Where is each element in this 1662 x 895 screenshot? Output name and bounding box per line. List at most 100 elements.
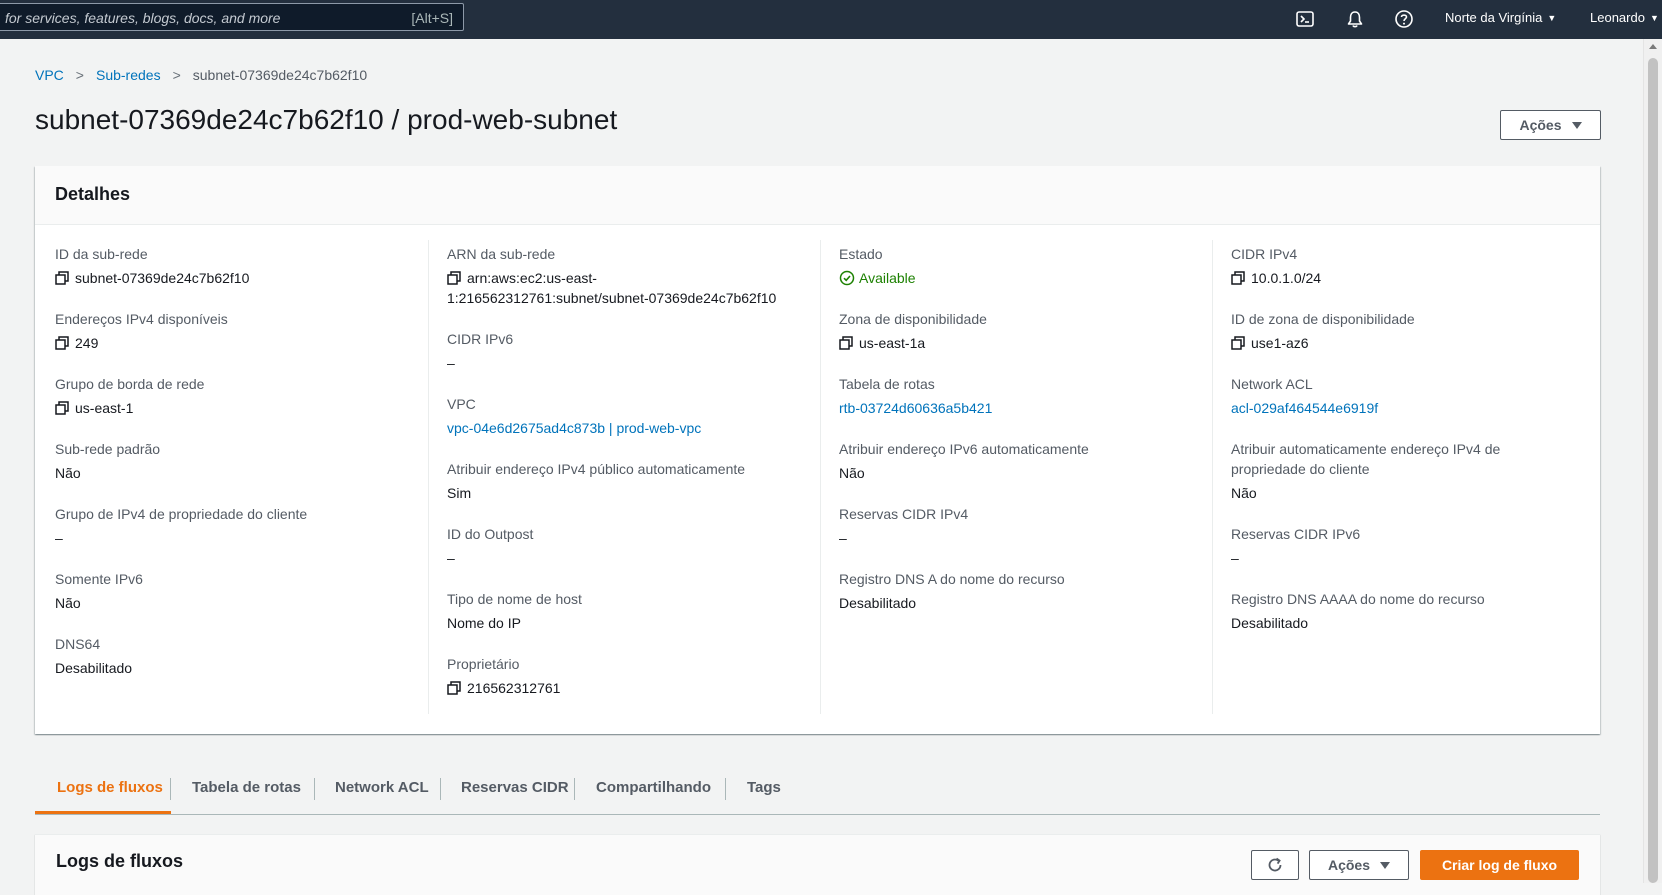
active-tab-indicator xyxy=(35,811,171,814)
field-value: – xyxy=(55,530,63,546)
copy-icon[interactable] xyxy=(55,401,69,415)
field-label: DNS64 xyxy=(55,636,101,652)
field-label: ID da sub-rede xyxy=(55,246,148,262)
create-flow-log-button[interactable]: Criar log de fluxo xyxy=(1420,850,1579,880)
field-label: Grupo de IPv4 de propriedade do cliente xyxy=(55,506,308,522)
actions-button[interactable]: Ações xyxy=(1500,110,1601,140)
tab-bar: Logs de fluxos Tabela de rotas Network A… xyxy=(35,762,1600,815)
field-customer-owned-ipv4-pool: Grupo de IPv4 de propriedade do cliente … xyxy=(55,504,415,548)
field-ipv4-cidr-reservations: Reservas CIDR IPv4 – xyxy=(839,504,1199,548)
user-label: Leonardo xyxy=(1590,10,1645,25)
field-label: Atribuir endereço IPv6 automaticamente xyxy=(839,441,1089,457)
breadcrumb-subnets[interactable]: Sub-redes xyxy=(96,67,161,83)
route-table-link[interactable]: rtb-03724d60636a5b421 xyxy=(839,398,1199,418)
field-value: – xyxy=(1231,550,1239,566)
copy-icon[interactable] xyxy=(839,336,853,350)
refresh-button[interactable] xyxy=(1251,850,1299,880)
tab-flow-logs[interactable]: Logs de fluxos xyxy=(57,762,163,814)
caret-down-icon xyxy=(1571,121,1582,129)
field-state: Estado Available xyxy=(839,244,1199,288)
field-ipv4-cidr: CIDR IPv4 10.0.1.0/24 xyxy=(1231,244,1591,288)
field-value: Não xyxy=(839,465,865,481)
field-value: Não xyxy=(1231,485,1257,501)
field-auto-assign-public-ipv4: Atribuir endereço IPv4 público automatic… xyxy=(447,459,807,503)
network-acl-link[interactable]: acl-029af464544e6919f xyxy=(1231,398,1591,418)
tab-tags[interactable]: Tags xyxy=(747,762,781,814)
breadcrumb: VPC > Sub-redes > subnet-07369de24c7b62f10 xyxy=(35,67,367,83)
field-dns-a-record: Registro DNS A do nome do recurso Desabi… xyxy=(839,569,1199,613)
help-icon[interactable] xyxy=(1394,9,1414,29)
copy-icon[interactable] xyxy=(447,271,461,285)
field-ipv6-cidr: CIDR IPv6 – xyxy=(447,329,807,373)
region-label: Norte da Virgínia xyxy=(1445,10,1543,25)
field-label: Reservas CIDR IPv4 xyxy=(839,506,969,522)
flow-logs-actions-button[interactable]: Ações xyxy=(1309,850,1409,880)
field-vpc: VPC vpc-04e6d2675ad4c873b | prod-web-vpc xyxy=(447,394,807,438)
column-divider xyxy=(1212,240,1213,714)
field-outpost-id: ID do Outpost – xyxy=(447,524,807,568)
field-label: Somente IPv6 xyxy=(55,571,143,587)
tab-separator xyxy=(440,778,441,800)
field-label: ARN da sub-rede xyxy=(447,246,556,262)
field-value: 249 xyxy=(55,333,415,353)
field-value: Desabilitado xyxy=(55,660,133,676)
field-owner: Proprietário 216562312761 xyxy=(447,654,807,698)
caret-down-icon: ▼ xyxy=(1649,13,1659,23)
copy-icon[interactable] xyxy=(55,271,69,285)
vpc-link[interactable]: vpc-04e6d2675ad4c873b | prod-web-vpc xyxy=(447,418,807,438)
field-network-acl: Network ACL acl-029af464544e6919f xyxy=(1231,374,1591,418)
field-value: Não xyxy=(55,595,81,611)
field-label: ID de zona de disponibilidade xyxy=(1231,311,1415,327)
top-navigation: for services, features, blogs, docs, and… xyxy=(0,0,1662,39)
caret-down-icon xyxy=(1380,861,1391,869)
field-label: Reservas CIDR IPv6 xyxy=(1231,526,1361,542)
field-value: – xyxy=(839,530,847,546)
field-available-ipv4: Endereços IPv4 disponíveis 249 xyxy=(55,309,415,353)
copy-icon[interactable] xyxy=(1231,271,1245,285)
field-label: CIDR IPv6 xyxy=(447,331,514,347)
flow-logs-title: Logs de fluxos xyxy=(56,851,184,871)
copy-icon[interactable] xyxy=(1231,336,1245,350)
field-label: Zona de disponibilidade xyxy=(839,311,987,327)
caret-down-icon: ▼ xyxy=(1547,13,1557,23)
copy-icon[interactable] xyxy=(447,681,461,695)
field-label: VPC xyxy=(447,396,476,412)
field-label: Atribuir endereço IPv4 público automatic… xyxy=(447,461,746,477)
tab-sharing[interactable]: Compartilhando xyxy=(596,762,711,814)
field-label: Estado xyxy=(839,246,883,262)
field-label: Sub-rede padrão xyxy=(55,441,161,457)
field-label: CIDR IPv4 xyxy=(1231,246,1298,262)
field-value: Sim xyxy=(447,485,472,501)
scroll-up-arrow-icon[interactable] xyxy=(1649,44,1657,49)
field-hostname-type: Tipo de nome de host Nome do IP xyxy=(447,589,807,633)
scrollbar-thumb[interactable] xyxy=(1648,58,1658,883)
field-label: Tabela de rotas xyxy=(839,376,935,392)
tab-route-table[interactable]: Tabela de rotas xyxy=(192,762,301,814)
field-network-border-group: Grupo de borda de rede us-east-1 xyxy=(55,374,415,418)
field-default-subnet: Sub-rede padrão Não xyxy=(55,439,415,483)
field-value: 216562312761 xyxy=(447,678,807,698)
search-shortcut: [Alt+S] xyxy=(411,10,453,26)
user-menu[interactable]: Leonardo ▼ xyxy=(1590,10,1659,25)
tab-separator xyxy=(725,778,726,800)
field-label: Registro DNS AAAA do nome do recurso xyxy=(1231,591,1485,607)
field-label: Proprietário xyxy=(447,656,520,672)
check-circle-icon xyxy=(839,270,855,286)
breadcrumb-vpc[interactable]: VPC xyxy=(35,67,64,83)
flow-logs-actions-label: Ações xyxy=(1327,857,1371,873)
field-auto-assign-customer-owned-ipv4: Atribuir automaticamente endereço IPv4 d… xyxy=(1231,439,1591,503)
field-value: us-east-1 xyxy=(55,398,415,418)
bell-icon[interactable] xyxy=(1345,9,1365,29)
page-title: subnet-07369de24c7b62f10 / prod-web-subn… xyxy=(35,104,618,135)
chevron-right-icon: > xyxy=(172,67,181,83)
field-value: Desabilitado xyxy=(1231,615,1309,631)
field-availability-zone: Zona de disponibilidade us-east-1a xyxy=(839,309,1199,353)
field-value: use1-az6 xyxy=(1231,333,1591,353)
tab-cidr-reservations[interactable]: Reservas CIDR xyxy=(461,762,569,814)
region-selector[interactable]: Norte da Virgínia ▼ xyxy=(1445,10,1556,25)
search-input[interactable]: for services, features, blogs, docs, and… xyxy=(0,3,464,31)
tab-network-acl[interactable]: Network ACL xyxy=(335,762,429,814)
copy-icon[interactable] xyxy=(55,336,69,350)
cloudshell-icon[interactable] xyxy=(1295,9,1315,29)
tab-separator xyxy=(574,778,575,800)
